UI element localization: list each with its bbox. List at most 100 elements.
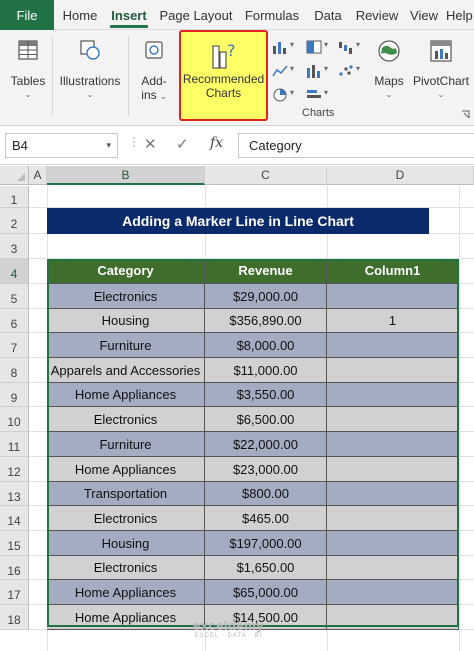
- revenue-cell[interactable]: $3,550.00: [205, 383, 327, 407]
- bar-chart-icon[interactable]: [306, 88, 322, 102]
- table-header-category[interactable]: Category: [47, 259, 205, 284]
- row-header-15[interactable]: 15: [0, 531, 29, 556]
- row-header-11[interactable]: 11: [0, 432, 29, 457]
- tab-insert[interactable]: Insert: [104, 0, 154, 30]
- column-header-a[interactable]: A: [29, 166, 47, 185]
- tab-review[interactable]: Review: [352, 0, 402, 30]
- revenue-cell[interactable]: $1,650.00: [205, 556, 327, 580]
- category-cell[interactable]: Electronics: [47, 284, 205, 309]
- column-header-b[interactable]: B: [47, 166, 205, 185]
- row-header-3[interactable]: 3: [0, 234, 29, 259]
- addins-button[interactable]: Add- ins ⌄: [134, 38, 174, 104]
- column1-cell[interactable]: [327, 284, 459, 309]
- category-cell[interactable]: Electronics: [47, 506, 205, 531]
- revenue-cell[interactable]: $11,000.00: [205, 358, 327, 383]
- category-cell[interactable]: Furniture: [47, 432, 205, 457]
- column-header-d[interactable]: D: [327, 166, 474, 185]
- revenue-cell[interactable]: $6,500.00: [205, 407, 327, 432]
- revenue-cell[interactable]: $29,000.00: [205, 284, 327, 309]
- category-cell[interactable]: Home Appliances: [47, 605, 205, 630]
- maps-button[interactable]: Maps ⌄: [370, 38, 408, 102]
- revenue-cell[interactable]: $356,890.00: [205, 309, 327, 333]
- revenue-cell[interactable]: $22,000.00: [205, 432, 327, 457]
- row-header-1[interactable]: 1: [0, 186, 29, 208]
- scatter-chart-icon[interactable]: [338, 64, 354, 78]
- tables-button[interactable]: Tables ⌄: [8, 38, 48, 102]
- column1-cell[interactable]: [327, 482, 459, 506]
- row-header-6[interactable]: 6: [0, 309, 29, 333]
- column1-cell[interactable]: [327, 432, 459, 457]
- row-header-14[interactable]: 14: [0, 506, 29, 531]
- column-chart-icon[interactable]: [272, 40, 288, 54]
- category-cell[interactable]: Housing: [47, 531, 205, 556]
- insert-function-icon[interactable]: fx: [210, 135, 223, 151]
- column1-cell[interactable]: [327, 383, 459, 407]
- category-cell[interactable]: Apparels and Accessories: [47, 358, 205, 383]
- revenue-cell[interactable]: $800.00: [205, 482, 327, 506]
- category-cell[interactable]: Home Appliances: [47, 580, 205, 605]
- category-cell[interactable]: Housing: [47, 309, 205, 333]
- revenue-cell[interactable]: $23,000.00: [205, 457, 327, 482]
- chevron-down-icon: ▾: [356, 64, 361, 73]
- dialog-launcher-icon[interactable]: [461, 110, 470, 119]
- formula-input[interactable]: Category: [238, 133, 474, 158]
- column1-cell[interactable]: [327, 457, 459, 482]
- tab-data[interactable]: Data: [308, 0, 348, 30]
- category-cell[interactable]: Home Appliances: [47, 383, 205, 407]
- name-box[interactable]: B4 ▾: [5, 133, 118, 158]
- row-header-13[interactable]: 13: [0, 482, 29, 506]
- waterfall-chart-icon[interactable]: [338, 40, 354, 54]
- column-header-c[interactable]: C: [205, 166, 327, 185]
- tab-home[interactable]: Home: [58, 0, 102, 30]
- cancel-icon[interactable]: ✕: [144, 135, 157, 153]
- column1-cell[interactable]: [327, 333, 459, 358]
- row-header-17[interactable]: 17: [0, 580, 29, 605]
- pie-chart-icon[interactable]: [272, 88, 288, 102]
- row-header-10[interactable]: 10: [0, 407, 29, 432]
- tab-help[interactable]: Help: [446, 0, 474, 30]
- column1-cell[interactable]: [327, 531, 459, 556]
- column1-cell[interactable]: 1: [327, 309, 459, 333]
- tab-view[interactable]: View: [406, 0, 442, 30]
- category-cell[interactable]: Transportation: [47, 482, 205, 506]
- enter-icon[interactable]: ✓: [176, 135, 189, 153]
- row-header-2[interactable]: 2: [0, 208, 29, 234]
- column1-cell[interactable]: [327, 605, 459, 630]
- worksheet-grid: A B C D 1 2 3 4 5 6 7 8 9 10 11 12 13 14 15 16 17 18 Addi…: [0, 166, 474, 651]
- column1-cell[interactable]: [327, 506, 459, 531]
- hierarchy-chart-icon[interactable]: [306, 40, 322, 54]
- category-cell[interactable]: Furniture: [47, 333, 205, 358]
- revenue-cell[interactable]: $8,000.00: [205, 333, 327, 358]
- row-header-8[interactable]: 8: [0, 358, 29, 383]
- column1-cell[interactable]: [327, 407, 459, 432]
- tab-page-layout[interactable]: Page Layout: [156, 0, 236, 30]
- row-header-4[interactable]: 4: [0, 259, 29, 284]
- ribbon-divider: [128, 36, 129, 116]
- pivotchart-button[interactable]: PivotChart ⌄: [410, 38, 472, 102]
- category-cell[interactable]: Home Appliances: [47, 457, 205, 482]
- row-header-12[interactable]: 12: [0, 457, 29, 482]
- row-header-9[interactable]: 9: [0, 383, 29, 407]
- statistic-chart-icon[interactable]: [306, 64, 322, 78]
- line-chart-icon[interactable]: [272, 64, 288, 78]
- row-header-7[interactable]: 7: [0, 333, 29, 358]
- tab-file[interactable]: File: [0, 0, 54, 30]
- revenue-cell[interactable]: $197,000.00: [205, 531, 327, 556]
- recommended-charts-button[interactable]: ? Recommended Charts: [179, 30, 268, 121]
- table-header-column1[interactable]: Column1: [327, 259, 459, 284]
- illustrations-button[interactable]: Illustrations ⌄: [56, 38, 124, 102]
- row-header-16[interactable]: 16: [0, 556, 29, 580]
- row-header-5[interactable]: 5: [0, 284, 29, 309]
- column1-cell[interactable]: [327, 358, 459, 383]
- grid-line: [459, 186, 460, 651]
- tab-formulas[interactable]: Formulas: [240, 0, 304, 30]
- category-cell[interactable]: Electronics: [47, 407, 205, 432]
- row-header-18[interactable]: 18: [0, 605, 29, 630]
- revenue-cell[interactable]: $65,000.00: [205, 580, 327, 605]
- column1-cell[interactable]: [327, 580, 459, 605]
- revenue-cell[interactable]: $465.00: [205, 506, 327, 531]
- select-all-corner[interactable]: [0, 166, 29, 185]
- column1-cell[interactable]: [327, 556, 459, 580]
- table-header-revenue[interactable]: Revenue: [205, 259, 327, 284]
- category-cell[interactable]: Electronics: [47, 556, 205, 580]
